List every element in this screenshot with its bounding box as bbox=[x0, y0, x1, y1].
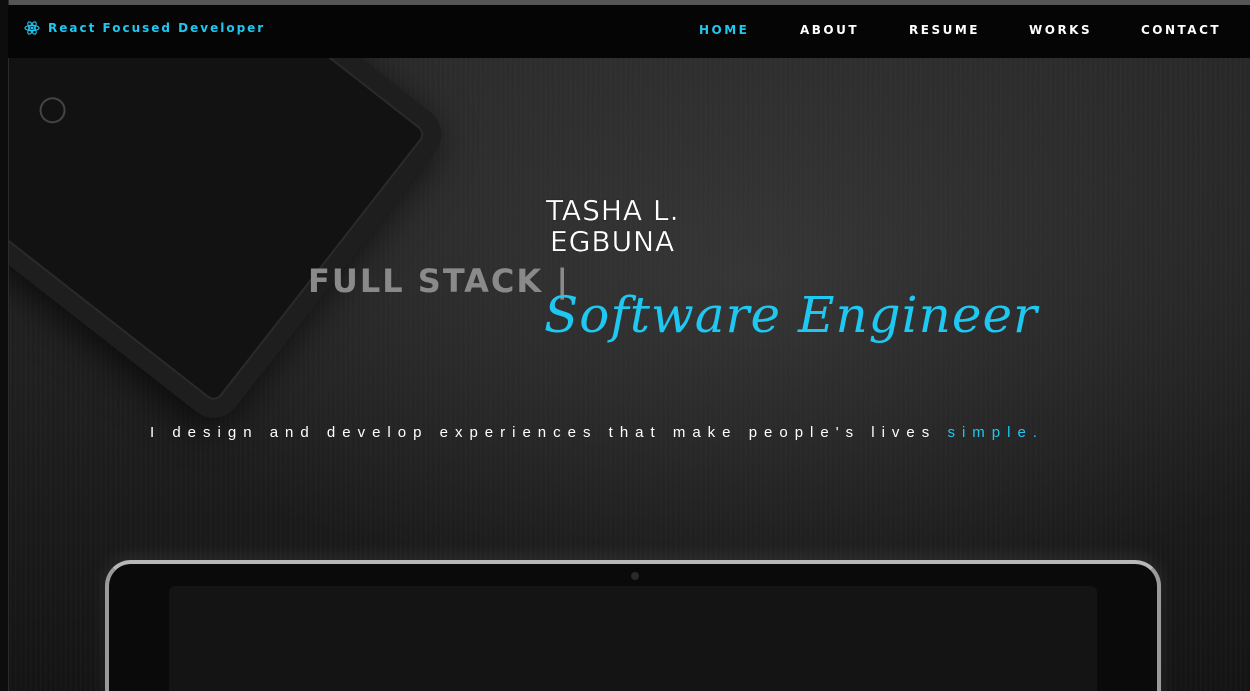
hero-role: Software Engineer bbox=[544, 286, 1038, 344]
tagline-accent: simple. bbox=[947, 424, 1044, 441]
hero-background bbox=[0, 0, 1250, 691]
brand-text: React Focused Developer bbox=[48, 21, 266, 35]
brand-link[interactable]: React Focused Developer bbox=[24, 20, 265, 36]
react-atom-icon bbox=[24, 21, 40, 35]
hero-prefix: FULL STACK | bbox=[308, 262, 571, 300]
tablet-decoration bbox=[0, 0, 453, 430]
laptop-screen bbox=[169, 586, 1097, 691]
tablet-home-button bbox=[34, 92, 71, 129]
nav-about[interactable]: ABOUT bbox=[800, 23, 859, 37]
nav-contact[interactable]: CONTACT bbox=[1141, 23, 1221, 37]
window-left-edge bbox=[0, 0, 9, 691]
nav-home[interactable]: HOME bbox=[699, 23, 749, 37]
laptop-camera bbox=[631, 572, 639, 580]
hero-tagline: I design and develop experiences that ma… bbox=[150, 424, 1150, 441]
nav-works[interactable]: WORKS bbox=[1029, 23, 1092, 37]
hero-name-line1: TASHA L. bbox=[546, 194, 680, 227]
tagline-main: I design and develop experiences that ma… bbox=[150, 424, 937, 441]
navbar: React Focused Developer HOME ABOUT RESUM… bbox=[8, 5, 1250, 58]
hero-name-line2: EGBUNA bbox=[550, 225, 676, 258]
hero-name: TASHA L. EGBUNA bbox=[546, 195, 679, 257]
nav-resume[interactable]: RESUME bbox=[909, 23, 980, 37]
laptop-decoration bbox=[105, 560, 1161, 691]
